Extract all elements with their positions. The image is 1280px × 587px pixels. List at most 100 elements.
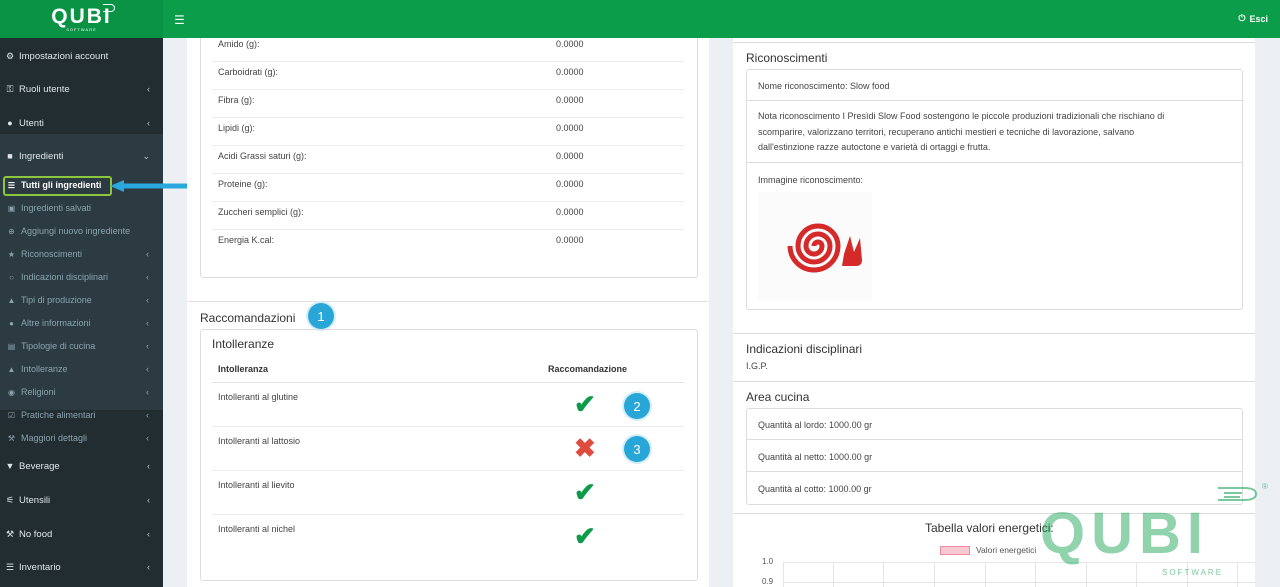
grid-line bbox=[1237, 562, 1238, 587]
quantity-text: Quantità al lordo: 1000.00 gr bbox=[758, 420, 873, 430]
chevron-left-icon: ‹ bbox=[147, 461, 150, 471]
divider bbox=[187, 301, 709, 302]
list-item: Quantità al cotto: 1000.00 gr bbox=[746, 472, 1243, 504]
sidebar-item-nofood[interactable]: ⚒ No food ‹ bbox=[0, 523, 163, 545]
nutrition-label: Carboidrati (g): bbox=[218, 67, 279, 77]
sidebar-subitem-label: Tipologie di cucina bbox=[21, 341, 96, 351]
user-icon: ● bbox=[7, 118, 13, 128]
lightbulb-icon: ○ bbox=[9, 272, 14, 282]
sidebar-subitem-salvati[interactable]: ▣ Ingredienti salvati bbox=[0, 198, 163, 218]
logo-mark-icon bbox=[103, 4, 115, 12]
sidebar-subitem-produzione[interactable]: ▲ Tipi di produzione ‹ bbox=[0, 290, 163, 310]
nutrition-value: 0.0000 bbox=[556, 179, 584, 189]
chevron-left-icon: ‹ bbox=[146, 318, 149, 328]
chevron-left-icon: ‹ bbox=[147, 529, 150, 539]
recognition-note-line: Nota riconoscimento I Presìdi Slow Food … bbox=[758, 111, 1165, 121]
grid-line bbox=[833, 562, 834, 587]
grid-line bbox=[1035, 562, 1036, 587]
sidebar-subitem-disciplinari[interactable]: ○ Indicazioni disciplinari ‹ bbox=[0, 267, 163, 287]
logout-button[interactable]: ⏻ Esci bbox=[1238, 13, 1268, 24]
legend-label: Valori energetici bbox=[976, 545, 1037, 555]
column-header-raccomandazione: Raccomandazione bbox=[548, 364, 628, 374]
area-cucina-title: Area cucina bbox=[746, 390, 810, 404]
sidebar-subitem-altre-info[interactable]: ● Altre informazioni ‹ bbox=[0, 313, 163, 333]
cutlery-icon: ⚟ bbox=[5, 494, 15, 505]
watermark-logo-icon bbox=[1218, 487, 1258, 501]
quantity-text: Quantità al netto: 1000.00 gr bbox=[758, 452, 873, 462]
sidebar-item-inventario[interactable]: ☰ Inventario ‹ bbox=[0, 556, 163, 578]
grid-line bbox=[985, 562, 986, 587]
wrench-icon: ⚒ bbox=[7, 433, 16, 443]
cross-icon: ✖ bbox=[574, 433, 596, 463]
nutrition-label: Acidi Grassi saturi (g): bbox=[218, 151, 307, 161]
sidebar-subitem-label: Pratiche alimentari bbox=[21, 410, 96, 420]
grid-line bbox=[883, 562, 884, 587]
sidebar-subitem-pratiche[interactable]: ☑ Pratiche alimentari ‹ bbox=[0, 405, 163, 425]
legend-swatch bbox=[940, 546, 970, 555]
chevron-left-icon: ‹ bbox=[146, 410, 149, 420]
registered-icon: ® bbox=[1262, 482, 1268, 491]
nutrition-label: Proteine (g): bbox=[218, 179, 268, 189]
sidebar-item-utenti[interactable]: ● Utenti ‹ bbox=[0, 112, 163, 134]
chevron-left-icon: ‹ bbox=[147, 562, 150, 572]
sidebar-item-label: Utenti bbox=[19, 117, 44, 129]
sidebar-item-ingredienti[interactable]: ■ Ingredienti ⌄ bbox=[0, 145, 163, 167]
sidebar-subitem-religioni[interactable]: ◉ Religioni ‹ bbox=[0, 382, 163, 402]
divider bbox=[733, 381, 1255, 382]
sidebar-subitem-intolleranze[interactable]: ▲ Intolleranze ‹ bbox=[0, 359, 163, 379]
check-icon: ✔ bbox=[574, 521, 596, 551]
ingredients-icon: ■ bbox=[7, 151, 13, 161]
warning-icon: ▲ bbox=[7, 364, 16, 374]
logo-subtitle: SOFTWARE bbox=[66, 26, 97, 32]
list-item: Quantità al lordo: 1000.00 gr bbox=[746, 408, 1243, 440]
sidebar-item-utensili[interactable]: ⚟ Utensili ‹ bbox=[0, 489, 163, 511]
sidebar-subitem-label: Aggiungi nuovo ingrediente bbox=[21, 226, 131, 236]
sidebar-subitem-tipologie[interactable]: ▤ Tipologie di cucina ‹ bbox=[0, 336, 163, 356]
quantity-text: Quantità al cotto: 1000.00 gr bbox=[758, 484, 872, 494]
recognitions-title: Riconoscimenti bbox=[746, 51, 828, 65]
nutrition-value: 0.0000 bbox=[556, 235, 584, 245]
check-icon: ✔ bbox=[574, 389, 596, 419]
sidebar-subitem-aggiungi[interactable]: ⊕ Aggiungi nuovo ingrediente bbox=[0, 221, 163, 241]
sidebar-subitem-dettagli[interactable]: ⚒ Maggiori dettagli ‹ bbox=[0, 428, 163, 448]
globe-icon: ◉ bbox=[8, 387, 15, 397]
recommendations-title: Raccomandazioni bbox=[200, 311, 296, 325]
sidebar-subitem-label: Tipi di produzione bbox=[21, 295, 92, 305]
book-icon: ▤ bbox=[7, 341, 16, 351]
hamburger-icon[interactable]: ☰ bbox=[174, 13, 185, 27]
nutrition-row: Amido (g): 0.0000 bbox=[212, 34, 684, 62]
watermark-text: QUBI bbox=[1040, 501, 1209, 566]
nutrition-label: Fibra (g): bbox=[218, 95, 255, 105]
divider bbox=[733, 42, 1255, 43]
nutrition-label: Energia K.cal: bbox=[218, 235, 275, 245]
chevron-down-icon: ⌄ bbox=[142, 150, 150, 161]
sidebar-item-ruoli[interactable]: ⚿ Ruoli utente ‹ bbox=[0, 78, 163, 100]
grid-line bbox=[783, 562, 784, 587]
chevron-left-icon: ‹ bbox=[146, 249, 149, 259]
slow-food-logo bbox=[758, 192, 872, 300]
disciplinari-title: Indicazioni disciplinari bbox=[746, 342, 863, 356]
intolerance-label: Intolleranti al lattosio bbox=[218, 436, 301, 446]
glass-icon: ▼ bbox=[5, 461, 15, 471]
recognition-note-line: dall'estinzione razze autoctone e variet… bbox=[758, 142, 991, 152]
sidebar-item-beverage[interactable]: ▼ Beverage ‹ bbox=[0, 455, 163, 477]
sidebar-subitem-label: Intolleranze bbox=[21, 364, 68, 374]
nutrition-row: Lipidi (g): 0.0000 bbox=[212, 118, 684, 146]
check-icon: ✔ bbox=[574, 477, 596, 507]
list-item: Quantità al netto: 1000.00 gr bbox=[746, 440, 1243, 472]
trophy-icon: ★ bbox=[7, 249, 16, 259]
nutrition-row: Fibra (g): 0.0000 bbox=[212, 90, 684, 118]
sidebar-subitem-label: Riconoscimenti bbox=[21, 249, 83, 259]
nutrition-value: 0.0000 bbox=[556, 207, 584, 217]
recognition-note-row: Nota riconoscimento I Presìdi Slow Food … bbox=[746, 101, 1243, 163]
sidebar-subitem-riconoscimenti[interactable]: ★ Riconoscimenti ‹ bbox=[0, 244, 163, 264]
save-icon: ▣ bbox=[7, 203, 16, 213]
nutrition-row: Zuccheri semplici (g): 0.0000 bbox=[212, 202, 684, 230]
sidebar-item-impostazioni[interactable]: ⚙ Impostazioni account bbox=[0, 45, 163, 67]
logo[interactable]: QUBI SOFTWARE bbox=[0, 0, 163, 38]
highlight-box bbox=[3, 176, 112, 196]
nutrition-label: Amido (g): bbox=[218, 39, 260, 49]
chevron-left-icon: ‹ bbox=[147, 495, 150, 505]
sidebar-item-label: No food bbox=[19, 528, 53, 540]
chevron-left-icon: ‹ bbox=[146, 364, 149, 374]
